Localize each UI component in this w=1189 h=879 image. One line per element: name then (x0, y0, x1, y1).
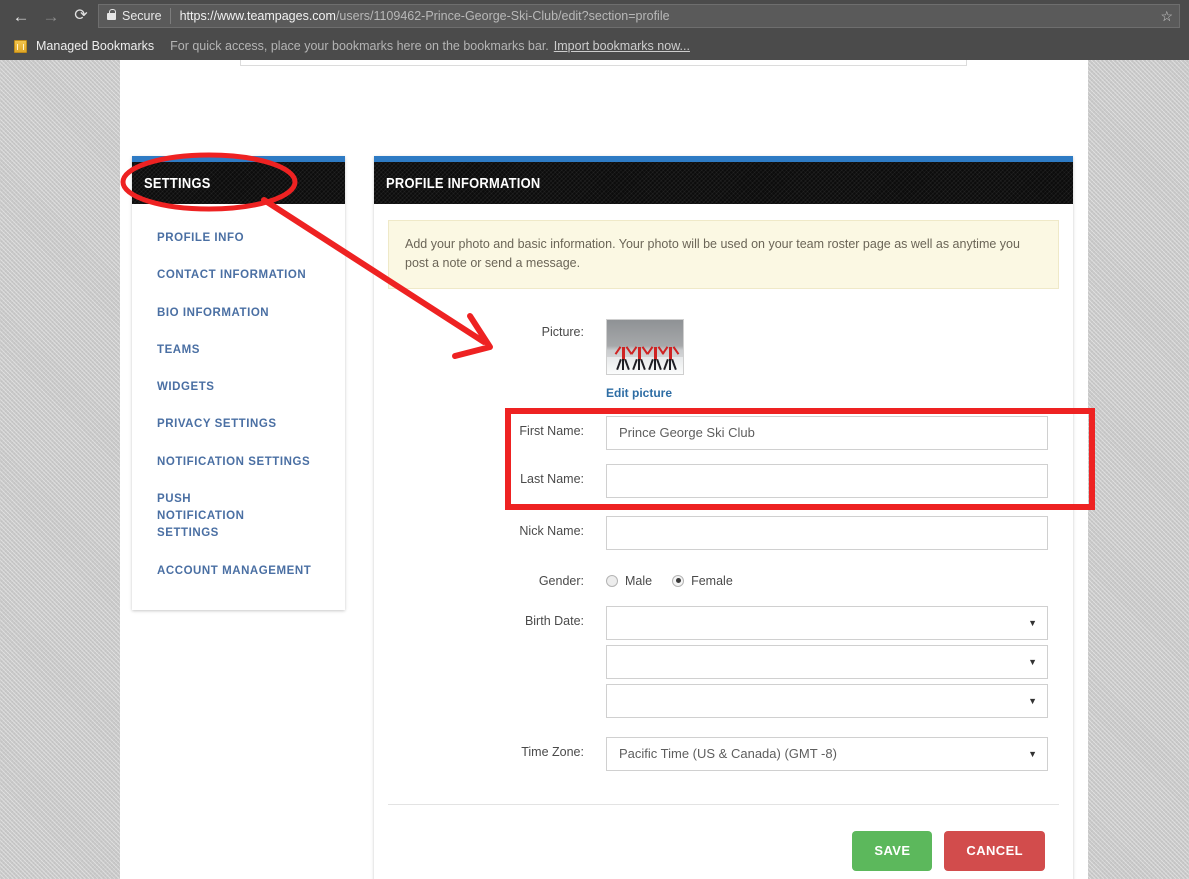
url-host: https://www.teampages.com (179, 9, 336, 23)
time-zone-label: Time Zone: (521, 744, 584, 759)
address-bar[interactable]: Secure https://www.teampages.com/users/1… (98, 4, 1180, 28)
info-notice: Add your photo and basic information. Yo… (388, 220, 1059, 289)
picture-label: Picture: (541, 324, 584, 339)
sidebar-item-profile-info[interactable]: PROFILE INFO (132, 220, 345, 257)
url-text: https://www.teampages.com/users/1109462-… (180, 9, 670, 23)
bookmarks-hint-text: For quick access, place your bookmarks h… (170, 39, 549, 53)
birth-date-row: Birth Date: ▼ ▼ ▼ (388, 605, 1059, 723)
browser-chrome: ← → ⟳ Secure https://www.teampages.com/u… (0, 0, 1189, 60)
nick-name-label: Nick Name: (519, 523, 584, 538)
save-button[interactable]: SAVE (852, 830, 933, 871)
birth-date-label: Birth Date: (524, 613, 584, 628)
sidebar-item-push-notification-settings[interactable]: PUSH NOTIFICATION SETTINGS (132, 481, 262, 553)
main-header: PROFILE INFORMATION (374, 162, 1073, 204)
browser-toolbar: ← → ⟳ Secure https://www.teampages.com/u… (0, 0, 1189, 32)
managed-bookmarks-folder-icon (14, 39, 27, 53)
nick-name-row: Nick Name: (388, 515, 1059, 550)
main-body: Add your photo and basic information. Yo… (374, 204, 1073, 871)
skier-legs-icon (669, 358, 671, 370)
chevron-down-icon: ▼ (1028, 656, 1037, 667)
cancel-button[interactable]: CANCEL (944, 830, 1045, 871)
picture-control: Edit picture (606, 318, 1059, 402)
page-viewport: SETTINGS PROFILE INFO CONTACT INFORMATIO… (0, 60, 1189, 879)
forward-arrow-icon[interactable]: → (36, 1, 66, 31)
sidebar-item-account-management[interactable]: ACCOUNT MANAGEMENT (132, 553, 345, 590)
gender-female-label: Female (691, 573, 733, 588)
form-actions: SAVE CANCEL (388, 805, 1059, 871)
security-status-label: Secure (122, 9, 162, 23)
edit-picture-link[interactable]: Edit picture (606, 386, 672, 400)
time-zone-control: Pacific Time (US & Canada) (GMT -8) ▼ (606, 736, 1059, 776)
gender-female-option[interactable]: Female (672, 574, 733, 588)
gender-control: Male Female (606, 568, 1059, 588)
skier-legs-icon (638, 358, 640, 370)
radio-male-icon[interactable] (606, 574, 618, 587)
time-zone-select[interactable]: Pacific Time (US & Canada) (GMT -8) ▼ (606, 736, 1048, 771)
skier-legs-icon (654, 358, 656, 370)
birth-day-select[interactable]: ▼ (606, 644, 1048, 679)
back-arrow-icon[interactable]: ← (6, 1, 36, 31)
nick-name-input[interactable] (606, 515, 1048, 550)
chevron-down-icon: ▼ (1028, 695, 1037, 706)
clipped-top-container (240, 60, 967, 66)
time-zone-value: Pacific Time (US & Canada) (GMT -8) (619, 746, 837, 762)
page-title: PROFILE INFORMATION (386, 174, 541, 192)
annotation-highlight-box-name-fields (505, 408, 1095, 510)
bookmarks-bar: Managed Bookmarks For quick access, plac… (0, 32, 1189, 60)
sidebar-item-bio-information[interactable]: BIO INFORMATION (132, 295, 345, 332)
profile-form: Picture: Edit picture First Name: Prince… (388, 289, 1059, 871)
sidebar-item-contact-information[interactable]: CONTACT INFORMATION (132, 257, 345, 294)
chevron-down-icon: ▼ (1028, 748, 1037, 759)
nick-name-control (606, 515, 1059, 550)
birth-month-select[interactable]: ▼ (606, 605, 1048, 640)
lock-icon (107, 8, 116, 20)
reload-icon[interactable]: ⟳ (66, 1, 96, 31)
import-bookmarks-link[interactable]: Import bookmarks now... (554, 39, 690, 53)
gender-label: Gender: (538, 573, 584, 588)
time-zone-row: Time Zone: Pacific Time (US & Canada) (G… (388, 736, 1059, 776)
sidebar-item-notification-settings[interactable]: NOTIFICATION SETTINGS (132, 444, 345, 481)
profile-photo (606, 318, 684, 375)
sidebar-item-widgets[interactable]: WIDGETS (132, 369, 345, 406)
sidebar-title: SETTINGS (144, 174, 211, 192)
gender-radio-group: Male Female (606, 568, 1059, 588)
settings-sidebar-panel: SETTINGS PROFILE INFO CONTACT INFORMATIO… (132, 156, 345, 610)
sidebar-item-privacy-settings[interactable]: PRIVACY SETTINGS (132, 406, 345, 443)
chevron-down-icon: ▼ (1028, 617, 1037, 628)
picture-row: Picture: Edit picture (388, 318, 1059, 402)
omnibox-divider (169, 8, 171, 24)
birth-year-select[interactable]: ▼ (606, 683, 1048, 718)
radio-female-icon[interactable] (672, 574, 685, 587)
gender-male-option[interactable]: Male (606, 574, 652, 588)
birth-date-control: ▼ ▼ ▼ (606, 605, 1059, 723)
sidebar-item-teams[interactable]: TEAMS (132, 332, 345, 369)
sidebar-nav-list: PROFILE INFO CONTACT INFORMATION BIO INF… (132, 204, 345, 610)
profile-information-panel: PROFILE INFORMATION Add your photo and b… (374, 156, 1073, 879)
bookmark-star-icon[interactable]: ☆ (1152, 8, 1173, 25)
sidebar-header: SETTINGS (132, 162, 345, 204)
managed-bookmarks-label[interactable]: Managed Bookmarks (36, 39, 154, 53)
skier-legs-icon (622, 358, 624, 370)
url-path: /users/1109462-Prince-George-Ski-Club/ed… (335, 9, 670, 23)
gender-male-label: Male (625, 573, 653, 588)
gender-row: Gender: Male Female (388, 568, 1059, 588)
